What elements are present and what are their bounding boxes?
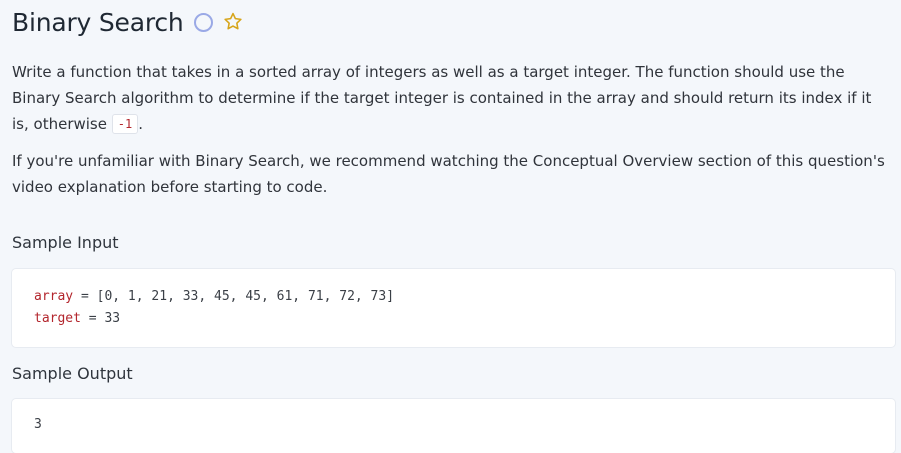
input-target-value: 33 (104, 311, 121, 326)
sample-output-label: Sample Output (12, 364, 133, 383)
description-period: . (138, 115, 143, 133)
sample-input-box: array = [0, 1, 21, 33, 45, 45, 61, 71, 7… (12, 269, 895, 347)
sample-input-line: array = [0, 1, 21, 33, 45, 45, 61, 71, 7… (34, 286, 873, 308)
description-paragraph-secondary: If you're unfamiliar with Binary Search,… (12, 152, 885, 196)
problem-page: Binary Search Write a function that take… (12, 0, 895, 453)
problem-description: Write a function that takes in a sorted … (12, 59, 892, 200)
star-outline-icon[interactable] (222, 11, 244, 33)
description-paragraph: Write a function that takes in a sorted … (12, 59, 892, 137)
input-operator: = (80, 311, 105, 326)
title-row: Binary Search (12, 0, 895, 44)
input-variable-array: array (34, 289, 74, 304)
sample-input-line: target = 33 (34, 308, 873, 330)
sample-input-label: Sample Input (12, 233, 119, 252)
problem-title: Binary Search (12, 7, 184, 37)
input-operator: = (73, 289, 97, 304)
sample-output-value: 3 (34, 417, 42, 432)
sample-output-box: 3 (12, 399, 895, 453)
input-array-value: [0, 1, 21, 33, 45, 45, 61, 71, 72, 73] (96, 289, 395, 304)
input-variable-target: target (34, 311, 81, 326)
inline-code-minus-one: -1 (111, 114, 139, 134)
circle-outline-icon[interactable] (193, 12, 213, 32)
